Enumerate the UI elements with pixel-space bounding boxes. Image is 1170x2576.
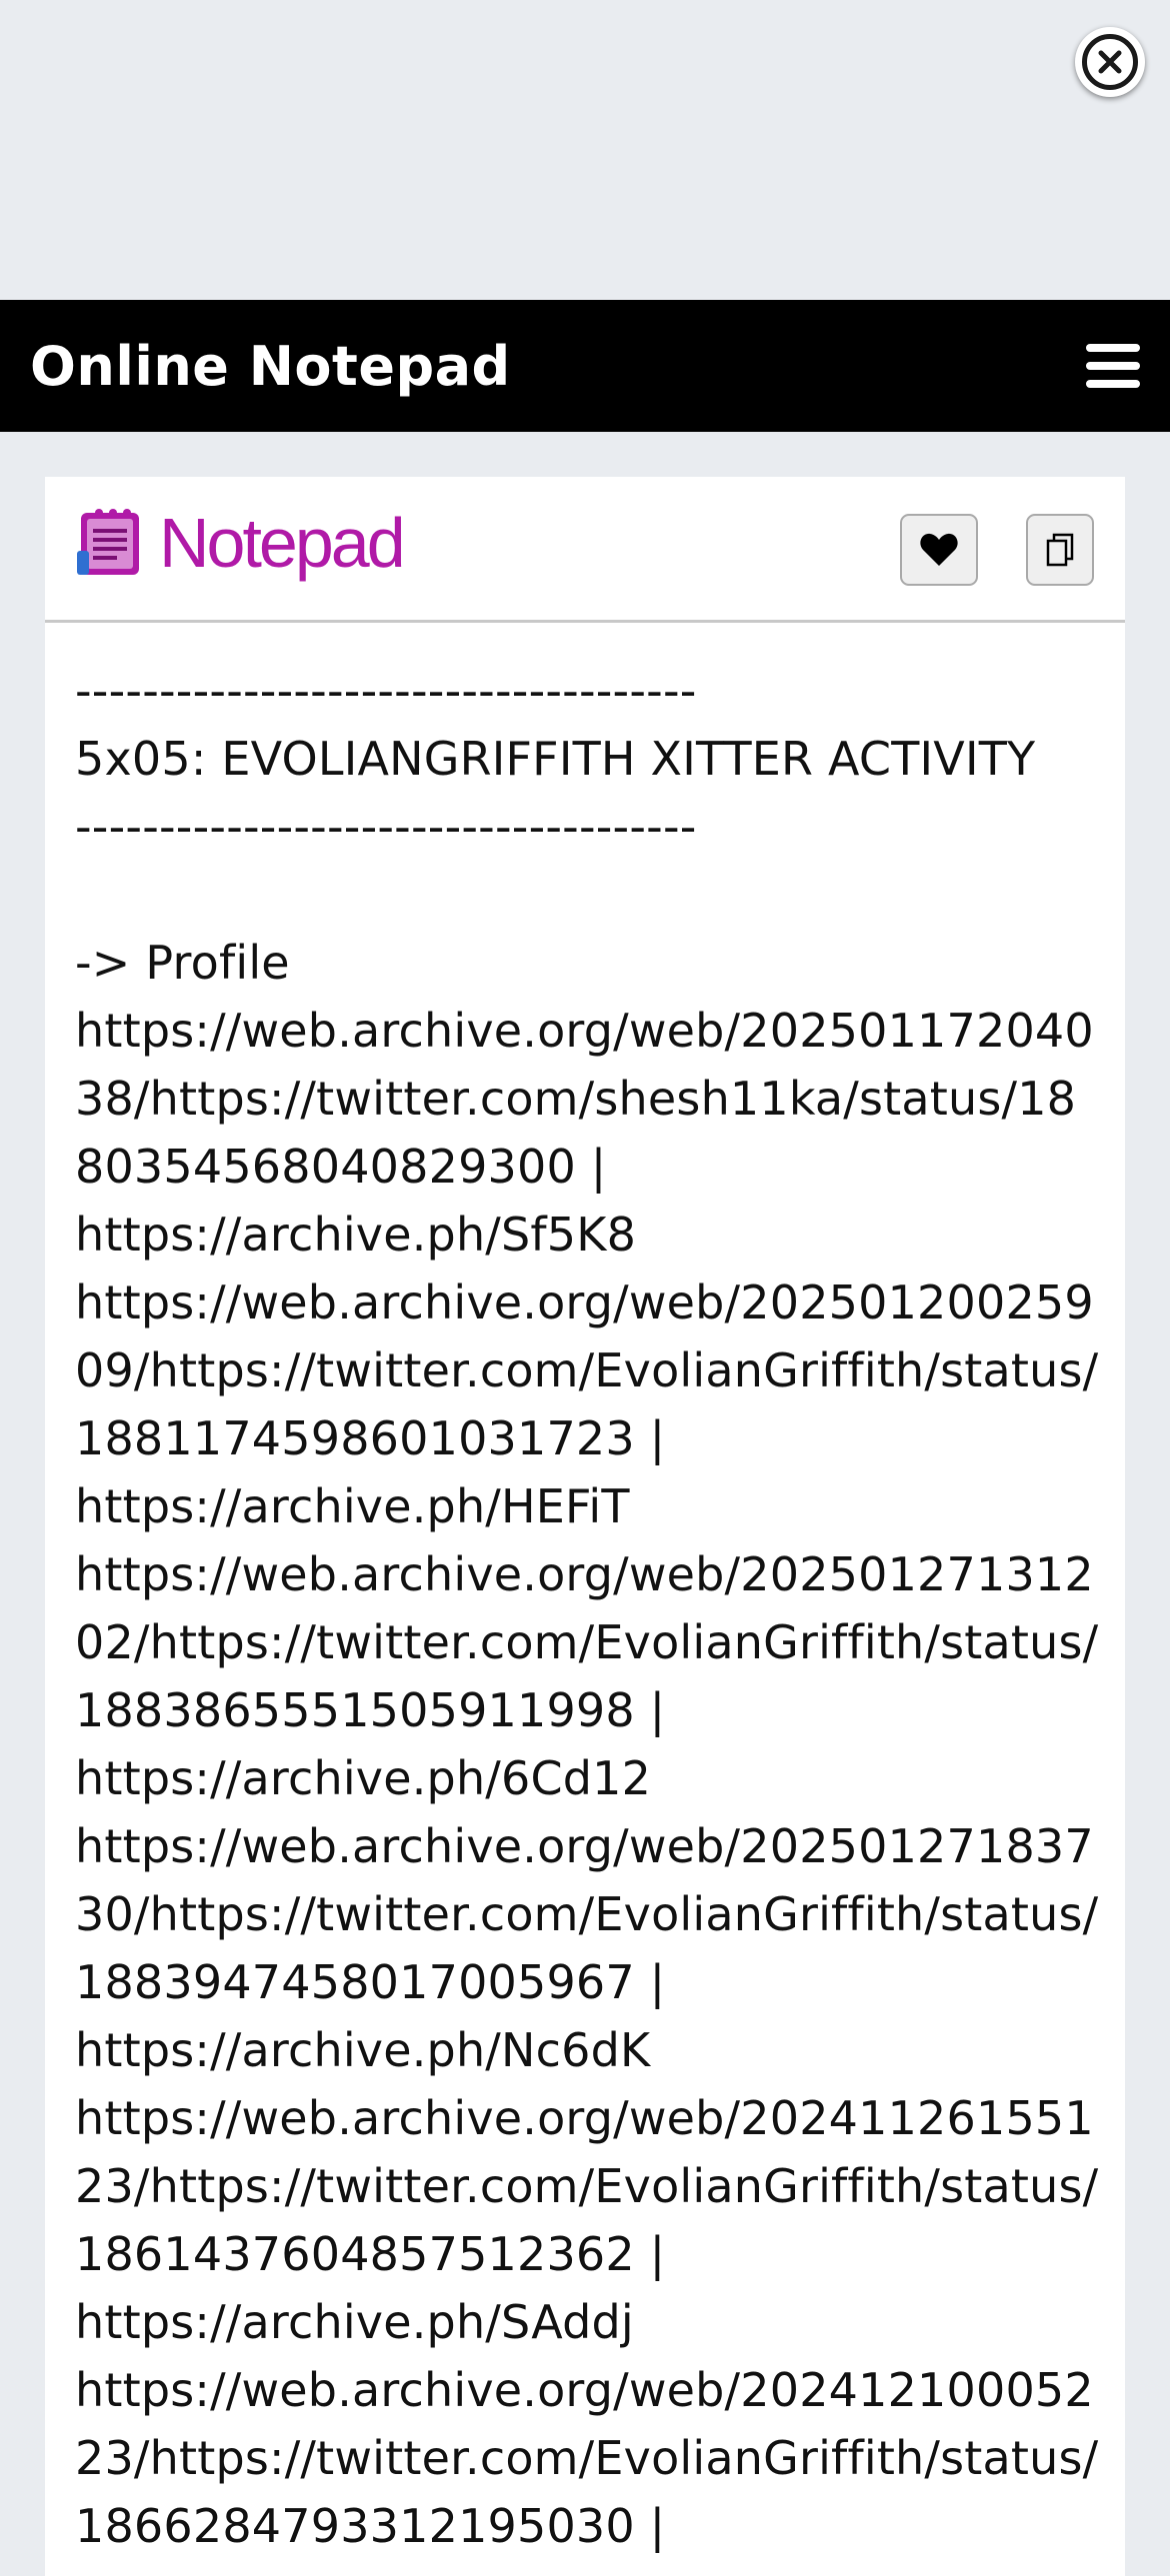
copy-icon [1046,533,1074,567]
site-title[interactable]: Online Notepad [30,335,511,398]
logo-text: Notepad [159,504,406,582]
top-navbar: Online Notepad [0,300,1170,432]
notepad-logo[interactable]: Notepad [75,504,406,582]
hamburger-menu-icon[interactable] [1086,339,1140,393]
notepad-logo-icon [77,509,139,575]
notepad-header: Notepad [45,477,1125,623]
copy-button[interactable] [1026,514,1094,586]
note-text-area[interactable]: ------------------------------------- 5x… [75,657,1100,2560]
notepad-card: Notepad --------------------------------… [45,477,1125,2576]
ad-area [0,0,1170,300]
close-icon [1082,34,1138,90]
close-ad-button[interactable] [1075,27,1145,97]
favorite-button[interactable] [900,514,978,586]
heart-icon [920,533,958,566]
